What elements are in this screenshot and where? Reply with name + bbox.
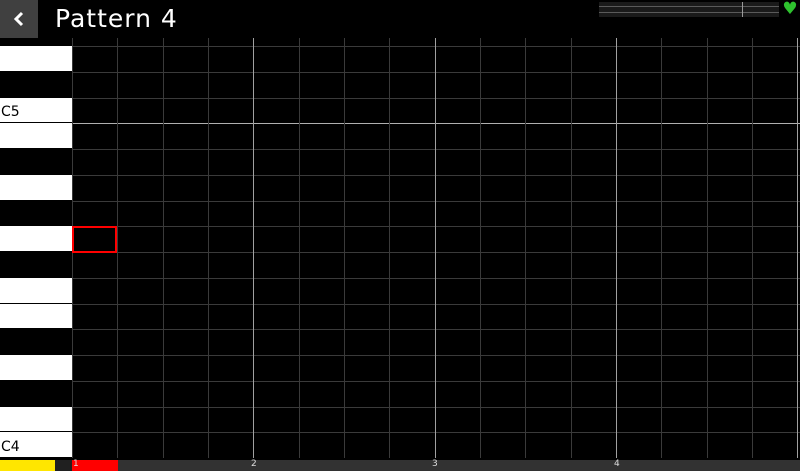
piano-key-white[interactable] xyxy=(0,303,72,329)
page-title: Pattern 4 xyxy=(55,4,178,33)
bar-label-4: 4 xyxy=(614,459,620,469)
meter-marker xyxy=(742,2,743,17)
piano-key-black[interactable] xyxy=(0,200,72,227)
piano-key-white[interactable] xyxy=(0,406,72,432)
playhead-indicator xyxy=(0,460,55,471)
timeline-spacer xyxy=(55,460,72,471)
piano-key-white[interactable] xyxy=(0,123,72,148)
piano-key-black[interactable] xyxy=(0,329,72,355)
level-meter xyxy=(599,2,779,17)
timeline-footer[interactable]: 1 2 3 4 xyxy=(0,459,800,471)
piano-key-white[interactable] xyxy=(0,174,72,200)
header-bar: Pattern 4 ♥ xyxy=(0,0,800,38)
piano-key-white[interactable] xyxy=(0,46,72,71)
piano-key-white[interactable] xyxy=(0,226,72,251)
piano-key-black[interactable] xyxy=(0,149,72,175)
piano-key-white[interactable] xyxy=(0,277,72,303)
bar-label-2: 2 xyxy=(251,459,257,469)
note-label: C5 xyxy=(1,104,20,121)
grid-lines xyxy=(72,38,800,458)
piano-key-white[interactable] xyxy=(0,355,72,380)
selection-indicator xyxy=(72,460,118,471)
chevron-left-icon xyxy=(13,11,24,27)
bar-label-1: 1 xyxy=(73,459,79,469)
piano-key-white[interactable]: C5 xyxy=(0,97,72,123)
meter-track-bottom xyxy=(599,12,779,13)
piano-key-black[interactable] xyxy=(0,380,72,407)
meter-track-top xyxy=(599,6,779,7)
back-button[interactable] xyxy=(0,0,38,38)
cursor-cell[interactable] xyxy=(72,226,117,253)
note-label: C4 xyxy=(1,439,20,455)
piano-keyboard: C5 C4 xyxy=(0,46,72,458)
note-grid[interactable] xyxy=(72,38,800,458)
piano-key-black[interactable] xyxy=(0,71,72,98)
piano-key-black[interactable] xyxy=(0,252,72,278)
piano-key-white[interactable]: C4 xyxy=(0,432,72,457)
bar-label-3: 3 xyxy=(432,459,438,469)
heart-icon: ♥ xyxy=(782,0,798,19)
